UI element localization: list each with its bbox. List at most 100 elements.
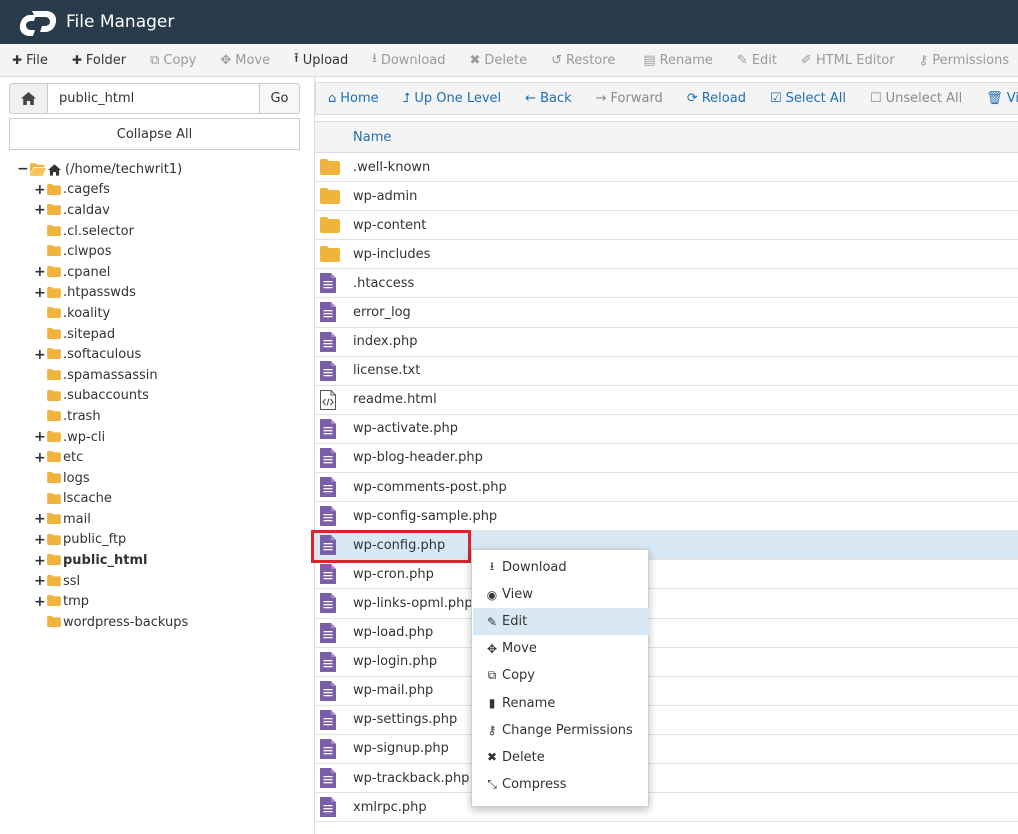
file-row[interactable]: error_log	[315, 298, 1018, 328]
expand-toggle-icon[interactable]: +	[34, 553, 46, 569]
nav-up-one-level-button[interactable]: ⮥ Up One Level	[391, 83, 514, 114]
expand-toggle-icon[interactable]: +	[34, 532, 46, 548]
expand-toggle-icon[interactable]: +	[34, 264, 46, 280]
context-move-item[interactable]: ✥ Move	[473, 635, 649, 662]
tree-item-mail[interactable]: + mail	[0, 509, 314, 530]
context-compress-item[interactable]: ⤡ Compress	[473, 771, 649, 798]
tree-item-sitepad[interactable]: .sitepad	[0, 324, 314, 345]
context-copy-item[interactable]: ⧉ Copy	[473, 662, 649, 689]
expand-toggle-icon[interactable]: +	[34, 511, 46, 527]
toolbar-edit-button[interactable]: ✎ Edit	[725, 44, 789, 76]
file-name[interactable]: wp-blog-header.php	[353, 450, 483, 465]
nav-view-button[interactable]: 🗑View	[974, 83, 1018, 114]
context-download-item[interactable]: ⭳ Download	[473, 554, 649, 581]
file-row[interactable]: wp-content	[315, 211, 1018, 241]
path-input[interactable]	[48, 83, 259, 114]
tree-item-wp-cli[interactable]: + .wp-cli	[0, 427, 314, 448]
file-row[interactable]: license.txt	[315, 357, 1018, 386]
collapse-toggle-icon[interactable]: −	[17, 161, 29, 177]
expand-toggle-icon[interactable]: +	[34, 202, 46, 218]
file-name[interactable]: wp-comments-post.php	[353, 480, 507, 495]
file-name[interactable]: wp-includes	[353, 247, 430, 262]
file-row[interactable]: wp-includes	[315, 240, 1018, 270]
nav-reload-button[interactable]: ⟳ Reload	[675, 83, 758, 114]
tree-item-cagefs[interactable]: + .cagefs	[0, 180, 314, 201]
file-name[interactable]: .well-known	[353, 160, 430, 175]
context-delete-item[interactable]: ✖ Delete	[473, 744, 649, 771]
tree-item-htpasswds[interactable]: + .htpasswds	[0, 283, 314, 304]
file-name[interactable]: .htaccess	[353, 276, 414, 291]
file-row[interactable]: wp-trackback.php	[315, 764, 1018, 794]
file-name[interactable]: wp-config.php	[353, 538, 445, 553]
toolbar-file-button[interactable]: ✚ File	[0, 44, 60, 76]
tree-item-koality[interactable]: .koality	[0, 303, 314, 324]
file-row[interactable]: wp-load.php	[315, 619, 1018, 648]
column-name-header[interactable]: Name	[353, 130, 391, 145]
file-name[interactable]: wp-signup.php	[353, 741, 449, 756]
tree-item-spamassassin[interactable]: .spamassassin	[0, 365, 314, 386]
expand-toggle-icon[interactable]: +	[34, 450, 46, 466]
file-row[interactable]: wp-links-opml.php	[315, 589, 1018, 619]
tree-item-lscache[interactable]: lscache	[0, 489, 314, 510]
file-row[interactable]: wp-login.php	[315, 648, 1018, 677]
file-row[interactable]: wp-settings.php	[315, 706, 1018, 735]
file-name[interactable]: license.txt	[353, 363, 420, 378]
expand-toggle-icon[interactable]: +	[34, 285, 46, 301]
tree-item-softaculous[interactable]: + .softaculous	[0, 344, 314, 365]
context-rename-item[interactable]: ▮ Rename	[473, 690, 649, 717]
tree-item-cpanel[interactable]: + .cpanel	[0, 262, 314, 283]
toolbar-folder-button[interactable]: ✚ Folder	[60, 44, 138, 76]
file-row[interactable]: .htaccess	[315, 269, 1018, 299]
nav-back-button[interactable]: ← Back	[513, 83, 583, 114]
file-row[interactable]: wp-cron.php	[315, 560, 1018, 590]
tree-item-etc[interactable]: + etc	[0, 447, 314, 468]
nav-forward-button[interactable]: → Forward	[584, 83, 675, 114]
file-name[interactable]: error_log	[353, 305, 411, 320]
nav-home-button[interactable]: ⌂ Home	[316, 83, 391, 114]
toolbar-delete-button[interactable]: ✖ Delete	[457, 44, 539, 76]
tree-item-ssl[interactable]: + ssl	[0, 571, 314, 592]
file-row[interactable]: wp-blog-header.php	[315, 444, 1018, 474]
file-row[interactable]: wp-comments-post.php	[315, 473, 1018, 503]
tree-item-trash[interactable]: .trash	[0, 406, 314, 427]
toolbar-copy-button[interactable]: ⧉ Copy	[138, 44, 208, 76]
file-row[interactable]: readme.html	[315, 386, 1018, 415]
file-name[interactable]: wp-admin	[353, 189, 417, 204]
expand-toggle-icon[interactable]: +	[34, 594, 46, 610]
toolbar-upload-button[interactable]: ⭱ Upload	[282, 44, 360, 76]
toolbar-download-button[interactable]: ⭳ Download	[360, 44, 457, 76]
file-name[interactable]: wp-config-sample.php	[353, 509, 497, 524]
tree-item-logs[interactable]: logs	[0, 468, 314, 489]
file-row[interactable]: wp-activate.php	[315, 415, 1018, 444]
toolbar-permissions-button[interactable]: ⚷ Permissions	[907, 44, 1018, 76]
file-name[interactable]: readme.html	[353, 392, 437, 407]
collapse-all-button[interactable]: Collapse All	[9, 118, 300, 150]
file-name[interactable]: wp-links-opml.php	[353, 596, 473, 611]
file-name[interactable]: wp-content	[353, 218, 426, 233]
file-row[interactable]: index.php	[315, 328, 1018, 357]
expand-toggle-icon[interactable]: +	[34, 429, 46, 445]
tree-item-public-html[interactable]: + public_html	[0, 550, 314, 571]
expand-toggle-icon[interactable]: +	[34, 182, 46, 198]
tree-item-public-ftp[interactable]: + public_ftp	[0, 530, 314, 551]
file-row[interactable]: xmlrpc.php	[315, 793, 1018, 823]
nav-select-all-button[interactable]: ☑ Select All	[758, 83, 858, 114]
tree-item-home-techwrit1[interactable]: − (/home/techwrit1)	[0, 159, 314, 180]
file-row[interactable]: wp-mail.php	[315, 677, 1018, 706]
file-name[interactable]: wp-login.php	[353, 654, 437, 669]
context-change-permissions-item[interactable]: ⚷ Change Permissions	[473, 717, 649, 744]
file-row[interactable]: wp-config.php	[315, 531, 1018, 561]
tree-item-clwpos[interactable]: .clwpos	[0, 241, 314, 262]
file-name[interactable]: wp-cron.php	[353, 567, 434, 582]
context-view-item[interactable]: ◉ View	[473, 581, 649, 608]
file-name[interactable]: wp-load.php	[353, 625, 433, 640]
file-row[interactable]: wp-config-sample.php	[315, 502, 1018, 532]
toolbar-restore-button[interactable]: ↺ Restore	[539, 44, 627, 76]
tree-item-caldav[interactable]: + .caldav	[0, 200, 314, 221]
context-edit-item[interactable]: ✎ Edit	[473, 608, 649, 636]
expand-toggle-icon[interactable]: +	[34, 347, 46, 363]
file-name[interactable]: wp-mail.php	[353, 683, 433, 698]
home-button[interactable]	[9, 83, 48, 114]
tree-item-subaccounts[interactable]: .subaccounts	[0, 386, 314, 407]
toolbar-html-editor-button[interactable]: ✐ HTML Editor	[789, 44, 907, 76]
